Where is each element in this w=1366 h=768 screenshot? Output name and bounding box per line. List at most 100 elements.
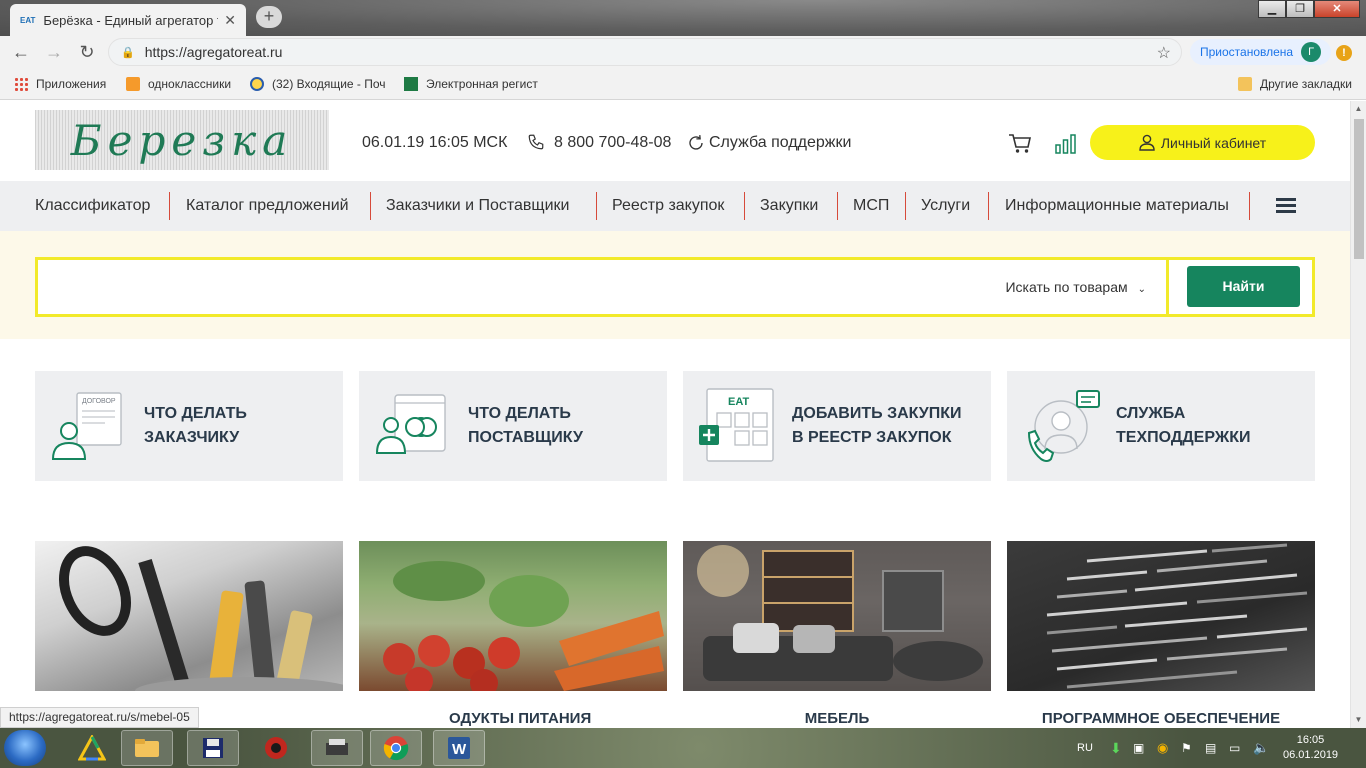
menu-separator <box>596 192 597 220</box>
card-customer-guide[interactable]: ДОГОВОР ЧТО ДЕЛАТЬ ЗАКАЗЧИКУ <box>35 371 343 481</box>
taskbar-explorer-icon[interactable] <box>121 730 173 766</box>
scroll-up-icon[interactable]: ▲ <box>1351 101 1366 117</box>
monitor-icon[interactable]: ▭ <box>1229 728 1240 768</box>
bookmark-odnoklassniki[interactable]: одноклассники <box>126 77 231 91</box>
link-status-url: https://agregatoreat.ru/s/mebel-05 <box>0 707 199 728</box>
header-phone[interactable]: 8 800 700-48-08 <box>554 134 671 152</box>
folder-icon <box>1238 77 1252 91</box>
taskbar-red-app-icon[interactable] <box>250 730 302 766</box>
system-clock[interactable]: 16:05 06.01.2019 <box>1283 733 1338 763</box>
personal-cabinet-button[interactable]: Личный кабинет <box>1090 125 1315 160</box>
clock-date: 06.01.2019 <box>1283 749 1339 761</box>
profile-button[interactable]: Приостановлена Г <box>1190 39 1332 65</box>
stats-icon[interactable] <box>1055 134 1077 154</box>
bookmark-apps[interactable]: Приложения <box>14 77 106 91</box>
browser-toolbar: ← → ↻ 🔒 https://agregatoreat.ru ☆ Приост… <box>0 36 1366 68</box>
address-bar[interactable]: 🔒 https://agregatoreat.ru ☆ <box>108 38 1182 66</box>
volume-icon[interactable]: 🔈 <box>1253 728 1269 768</box>
menu-separator <box>837 192 838 220</box>
taskbar-scanner-icon[interactable] <box>311 730 363 766</box>
category-image-stationery[interactable] <box>35 541 343 691</box>
chevron-down-icon: ⌄ <box>1137 284 1146 295</box>
download-icon[interactable]: ⬇ <box>1110 728 1122 768</box>
scrollbar-thumb[interactable] <box>1354 119 1364 259</box>
card-add-procurement[interactable]: EAT ДОБАВИТЬ ЗАКУПКИ В РЕЕСТР ЗАКУПОК <box>683 371 991 481</box>
tab-favicon: EAT <box>20 15 36 25</box>
word-icon: W <box>448 737 470 759</box>
floppy-icon <box>203 738 223 758</box>
menu-item-procurement[interactable]: Закупки <box>760 181 818 231</box>
bookmark-registration[interactable]: Электронная регист <box>404 77 538 91</box>
folder-icon <box>135 739 159 757</box>
support-link[interactable]: Служба поддержки <box>709 134 851 152</box>
window-controls: ▁ ❐ ✕ <box>1258 0 1360 18</box>
menu-separator <box>988 192 989 220</box>
forward-icon[interactable]: → <box>43 42 65 62</box>
category-image-software[interactable] <box>1007 541 1315 691</box>
menu-separator <box>370 192 371 220</box>
start-button[interactable] <box>4 730 46 766</box>
scroll-down-icon[interactable]: ▼ <box>1351 712 1366 728</box>
taskbar-save-icon[interactable] <box>187 730 239 766</box>
card-tech-support[interactable]: СЛУЖБА ТЕХПОДДЕРЖКИ <box>1007 371 1315 481</box>
hamburger-menu-icon[interactable] <box>1276 198 1296 214</box>
taskbar-word-icon[interactable]: W <box>433 730 485 766</box>
back-icon[interactable]: ← <box>10 42 32 62</box>
search-input[interactable] <box>38 260 938 314</box>
menu-item-msp[interactable]: МСП <box>853 181 889 231</box>
category-title-furniture[interactable]: МЕБЕЛЬ <box>683 710 991 727</box>
category-title-software[interactable]: ПРОГРАММНОЕ ОБЕСПЕЧЕНИЕ <box>1007 710 1315 727</box>
taskbar-chrome-icon[interactable] <box>370 730 422 766</box>
menu-item-services[interactable]: Услуги <box>921 181 970 231</box>
address-url: https://agregatoreat.ru <box>144 44 283 60</box>
device-icon[interactable]: ▤ <box>1205 728 1216 768</box>
site-logo[interactable]: Березка <box>35 110 329 170</box>
network-icon[interactable]: ▣ <box>1133 728 1144 768</box>
web-page: Березка 06.01.19 16:05 МСК 8 800 700-48-… <box>0 101 1350 728</box>
browser-titlebar: EAT Берёзка - Единый агрегатор тор ✕ + ▁… <box>0 0 1366 36</box>
maximize-button[interactable]: ❐ <box>1286 0 1314 18</box>
calendar-icon-label: EAT <box>728 396 749 408</box>
category-image-food[interactable] <box>359 541 667 691</box>
search-scope-dropdown[interactable]: Искать по товарам ⌄ <box>1005 260 1169 314</box>
menu-separator <box>905 192 906 220</box>
search-section: Искать по товарам ⌄ Найти <box>0 231 1350 339</box>
search-box: Искать по товарам ⌄ Найти <box>35 257 1315 317</box>
bookmark-inbox[interactable]: (32) Входящие - Поч <box>250 77 386 91</box>
search-scope-label: Искать по товарам <box>1005 279 1128 295</box>
page-scrollbar[interactable]: ▲ ▼ <box>1350 101 1366 728</box>
triangle-app-icon <box>78 735 106 761</box>
menu-item-info-materials[interactable]: Информационные материалы <box>1005 181 1229 231</box>
minimize-button[interactable]: ▁ <box>1258 0 1286 18</box>
language-indicator[interactable]: RU <box>1077 728 1093 768</box>
flag-icon[interactable]: ⚑ <box>1181 728 1192 768</box>
menu-item-procurement-registry[interactable]: Реестр закупок <box>612 181 724 231</box>
excel-icon <box>404 77 418 91</box>
update-icon[interactable]: ◉ <box>1157 728 1168 768</box>
close-window-button[interactable]: ✕ <box>1314 0 1360 18</box>
bookmark-other[interactable]: Другие закладки <box>1238 77 1352 91</box>
cart-icon[interactable] <box>1008 133 1032 155</box>
cabinet-label: Личный кабинет <box>1160 134 1267 151</box>
bookmark-star-icon[interactable]: ☆ <box>1157 43 1171 63</box>
menu-separator <box>169 192 170 220</box>
header-datetime: 06.01.19 16:05 МСК <box>362 134 508 151</box>
card-label: ДОБАВИТЬ ЗАКУПКИ В РЕЕСТР ЗАКУПОК <box>792 405 962 446</box>
close-tab-icon[interactable]: ✕ <box>224 12 236 29</box>
category-title-food[interactable]: ОДУКТЫ ПИТАНИЯ <box>359 710 667 727</box>
search-button[interactable]: Найти <box>1187 266 1300 307</box>
new-tab-button[interactable]: + <box>256 6 282 28</box>
reload-icon[interactable]: ↻ <box>76 42 98 62</box>
update-alert-icon[interactable]: ! <box>1336 45 1352 61</box>
menu-item-customers-suppliers[interactable]: Заказчики и Поставщики <box>386 181 569 231</box>
taskbar-drive-icon[interactable] <box>66 730 118 766</box>
bookmarks-bar: Приложения одноклассники (32) Входящие -… <box>0 68 1366 100</box>
contract-person-icon: ДОГОВОР <box>51 392 122 460</box>
card-supplier-guide[interactable]: ЧТО ДЕЛАТЬ ПОСТАВЩИКУ <box>359 371 667 481</box>
lock-icon: 🔒 <box>121 46 135 59</box>
category-image-furniture[interactable] <box>683 541 991 691</box>
browser-tab[interactable]: EAT Берёзка - Единый агрегатор тор ✕ <box>10 4 246 36</box>
menu-item-classifier[interactable]: Классификатор <box>35 181 150 231</box>
menu-item-catalog[interactable]: Каталог предложений <box>186 181 349 231</box>
gear-icon <box>265 737 287 759</box>
